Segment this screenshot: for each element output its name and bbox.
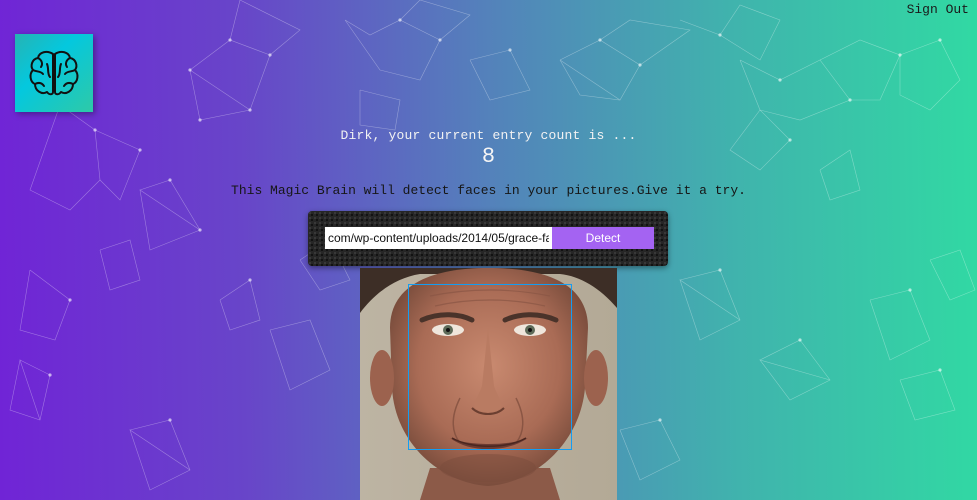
image-url-input[interactable] bbox=[325, 227, 552, 249]
top-nav: Sign Out bbox=[907, 0, 969, 18]
entry-count-message: Dirk, your current entry count is ... bbox=[340, 128, 637, 143]
face-image-container bbox=[360, 268, 617, 500]
brain-icon bbox=[29, 50, 79, 96]
detect-button[interactable]: Detect bbox=[552, 227, 654, 249]
logo[interactable] bbox=[15, 34, 93, 112]
intro-text: This Magic Brain will detect faces in yo… bbox=[231, 183, 746, 198]
face-bounding-box bbox=[408, 284, 572, 450]
sign-out-link[interactable]: Sign Out bbox=[907, 2, 969, 17]
image-url-form: Detect bbox=[308, 211, 668, 266]
entry-count-value: 8 bbox=[481, 144, 496, 169]
